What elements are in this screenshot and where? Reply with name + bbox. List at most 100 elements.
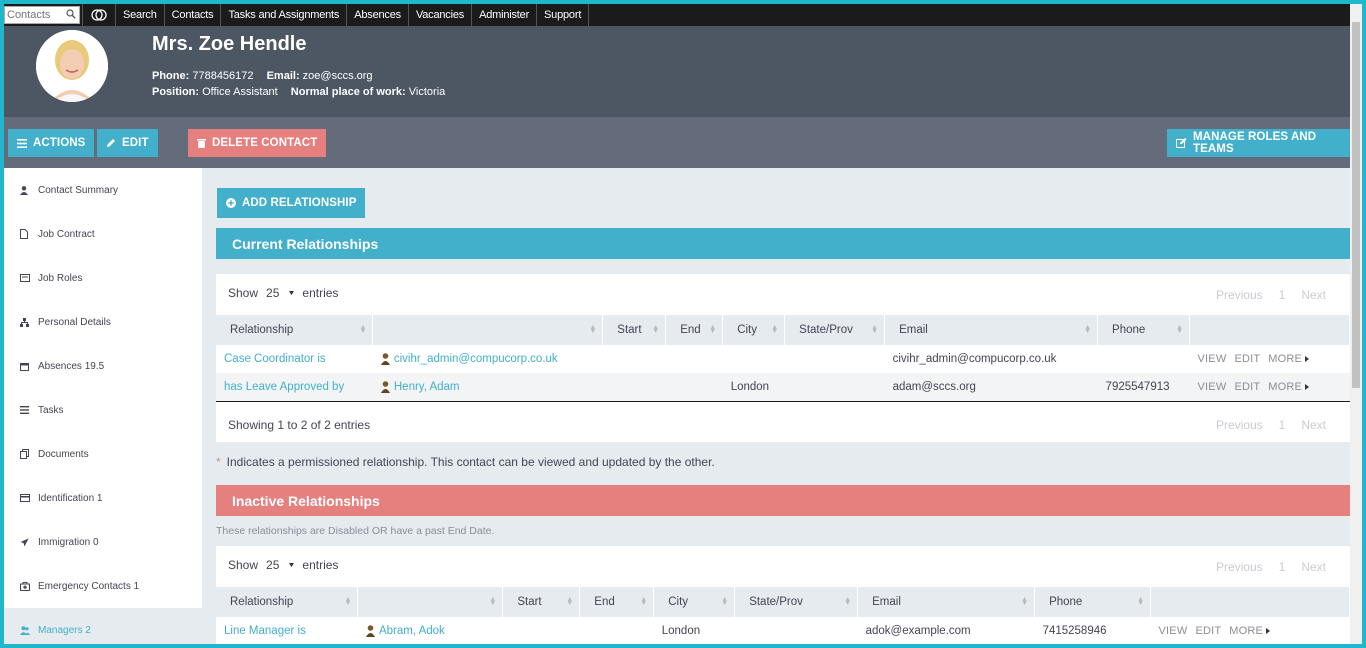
more-link[interactable]: MORE bbox=[1229, 625, 1271, 637]
column-header-actions bbox=[1189, 315, 1350, 345]
contact-link[interactable]: civihr_admin@compucorp.co.uk bbox=[394, 353, 558, 365]
add-relationship-button[interactable]: ADD RELATIONSHIP bbox=[217, 188, 366, 218]
relationship-link[interactable]: Line Manager is bbox=[224, 625, 306, 637]
relationships-panel: ADD RELATIONSHIP Current Relationships S… bbox=[216, 168, 1350, 644]
column-header-city[interactable]: City ▲ ▼ bbox=[653, 587, 736, 617]
row-actions: VIEW EDIT MORE bbox=[1190, 373, 1350, 401]
sidebar-item-documents[interactable]: Documents bbox=[4, 432, 202, 476]
column-header-start[interactable]: Start ▲ ▼ bbox=[602, 315, 667, 345]
list-icon bbox=[20, 406, 38, 414]
column-header-city[interactable]: City ▲ ▼ bbox=[722, 315, 786, 345]
column-header-start[interactable]: Start ▲ ▼ bbox=[502, 587, 581, 617]
previous-page-button[interactable]: Previous bbox=[1216, 288, 1263, 302]
sidebar-item-job-roles[interactable]: Job Roles bbox=[4, 256, 202, 300]
sidebar-item-emergency-contacts[interactable]: Emergency Contacts 1 bbox=[4, 564, 202, 608]
sidebar-item-identification[interactable]: Identification 1 bbox=[4, 476, 202, 520]
page-number-button[interactable]: 1 bbox=[1279, 418, 1286, 432]
phone-cell bbox=[1098, 345, 1190, 373]
more-link[interactable]: MORE bbox=[1268, 353, 1310, 365]
sidebar-item-job-contract[interactable]: Job Contract bbox=[4, 212, 202, 256]
menu-tasks-assignments[interactable]: Tasks and Assignments bbox=[221, 4, 348, 26]
city-cell: London bbox=[730, 380, 770, 393]
column-header-contact[interactable]: ▲ ▼ bbox=[357, 587, 504, 617]
email-cell: adam@sccs.org bbox=[892, 380, 976, 393]
column-header-relationship[interactable]: Relationship ▲ ▼ bbox=[216, 315, 374, 345]
scrollbar-thumb[interactable] bbox=[1352, 22, 1360, 388]
column-header-email[interactable]: Email ▲ ▼ bbox=[857, 587, 1036, 617]
column-header-phone[interactable]: Phone ▲ ▼ bbox=[1097, 315, 1191, 345]
show-label: Show bbox=[228, 558, 259, 572]
sidebar-item-tasks[interactable]: Tasks bbox=[4, 388, 202, 432]
next-page-button[interactable]: Next bbox=[1301, 418, 1326, 432]
menu-search[interactable]: Search bbox=[116, 4, 165, 26]
previous-page-button[interactable]: Previous bbox=[1216, 560, 1263, 574]
column-header-end[interactable]: End ▲ ▼ bbox=[579, 587, 655, 617]
menu-contacts[interactable]: Contacts bbox=[165, 4, 222, 26]
page-scrollbar[interactable] bbox=[1350, 4, 1362, 644]
view-link[interactable]: VIEW bbox=[1159, 625, 1188, 637]
column-header-contact[interactable]: ▲ ▼ bbox=[372, 315, 604, 345]
avatar bbox=[36, 30, 108, 102]
menu-vacancies[interactable]: Vacancies bbox=[409, 4, 473, 26]
start-cell bbox=[603, 373, 666, 401]
quick-search-input[interactable] bbox=[5, 7, 65, 23]
quick-search[interactable] bbox=[4, 6, 80, 24]
edit-link[interactable]: EDIT bbox=[1234, 381, 1260, 393]
previous-page-button[interactable]: Previous bbox=[1216, 418, 1263, 432]
inactive-relationships-header: Inactive Relationships bbox=[216, 485, 1350, 516]
calendar-icon bbox=[20, 362, 38, 371]
view-link[interactable]: VIEW bbox=[1198, 353, 1227, 365]
page-length-value: 25 bbox=[266, 558, 280, 572]
next-page-button[interactable]: Next bbox=[1301, 288, 1326, 302]
sidebar-item-absences[interactable]: Absences 19.5 bbox=[4, 344, 202, 388]
relationship-link[interactable]: has Leave Approved by bbox=[224, 381, 344, 393]
table-header-row: Relationship ▲ ▼ ▲ ▼ Start ▲ ▼ End ▲ ▼ City ▲ ▼ S… bbox=[216, 587, 1350, 617]
column-header-relationship[interactable]: Relationship ▲ ▼ bbox=[216, 587, 359, 617]
menu-support[interactable]: Support bbox=[537, 4, 590, 26]
more-link[interactable]: MORE bbox=[1268, 381, 1310, 393]
end-cell bbox=[666, 345, 723, 373]
file-icon bbox=[20, 229, 38, 239]
caret-right-icon bbox=[1305, 383, 1310, 390]
menu-absences[interactable]: Absences bbox=[347, 4, 409, 26]
edit-link[interactable]: EDIT bbox=[1195, 625, 1221, 637]
relationship-link[interactable]: Case Coordinator is bbox=[224, 353, 326, 365]
page-number-button[interactable]: 1 bbox=[1279, 288, 1286, 302]
column-header-email[interactable]: Email ▲ ▼ bbox=[884, 315, 1099, 345]
person-icon bbox=[380, 380, 390, 393]
id-card-icon bbox=[20, 494, 38, 502]
contact-link[interactable]: Henry, Adam bbox=[394, 381, 460, 393]
column-header-end[interactable]: End ▲ ▼ bbox=[665, 315, 724, 345]
menu-icon bbox=[17, 138, 27, 148]
column-header-state[interactable]: State/Prov ▲ ▼ bbox=[734, 587, 859, 617]
actions-button[interactable]: ACTIONS bbox=[8, 129, 95, 157]
next-page-button[interactable]: Next bbox=[1301, 560, 1326, 574]
pagination-top: Previous 1 Next bbox=[1216, 560, 1326, 574]
sidebar-item-immigration[interactable]: Immigration 0 bbox=[4, 520, 202, 564]
column-header-phone[interactable]: Phone ▲ ▼ bbox=[1034, 587, 1152, 617]
sidebar-item-label: Absences 19.5 bbox=[38, 360, 105, 372]
sidebar-item-managers[interactable]: Managers 2 bbox=[4, 608, 202, 644]
column-header-state[interactable]: State/Prov ▲ ▼ bbox=[784, 315, 886, 345]
sidebar-item-label: Documents bbox=[38, 448, 89, 460]
manage-roles-teams-button[interactable]: MANAGE ROLES AND TEAMS bbox=[1167, 129, 1350, 157]
state-cell bbox=[785, 373, 885, 401]
delete-contact-button[interactable]: DELETE CONTACT bbox=[188, 129, 327, 157]
civicrm-logo-icon[interactable] bbox=[82, 4, 116, 26]
edit-link[interactable]: EDIT bbox=[1234, 353, 1260, 365]
users-icon bbox=[20, 625, 38, 635]
page-length-select[interactable]: 25 bbox=[266, 286, 295, 300]
page-number-button[interactable]: 1 bbox=[1279, 560, 1286, 574]
edit-button[interactable]: EDIT bbox=[97, 129, 158, 157]
contact-phone: 7788456172 bbox=[192, 70, 254, 82]
contact-link[interactable]: Abram, Adok bbox=[379, 625, 445, 637]
caret-down-icon bbox=[289, 291, 295, 295]
action-bar: ACTIONS EDIT DELETE CONTACT MANAGE ROLES… bbox=[4, 117, 1350, 168]
sidebar-item-personal-details[interactable]: Personal Details bbox=[4, 300, 202, 344]
menu-administer[interactable]: Administer bbox=[472, 4, 538, 26]
sidebar-item-contact-summary[interactable]: Contact Summary bbox=[4, 168, 202, 212]
state-cell bbox=[735, 617, 858, 644]
view-link[interactable]: VIEW bbox=[1198, 381, 1227, 393]
page-length-select[interactable]: 25 bbox=[266, 558, 295, 572]
search-icon[interactable] bbox=[66, 9, 76, 19]
